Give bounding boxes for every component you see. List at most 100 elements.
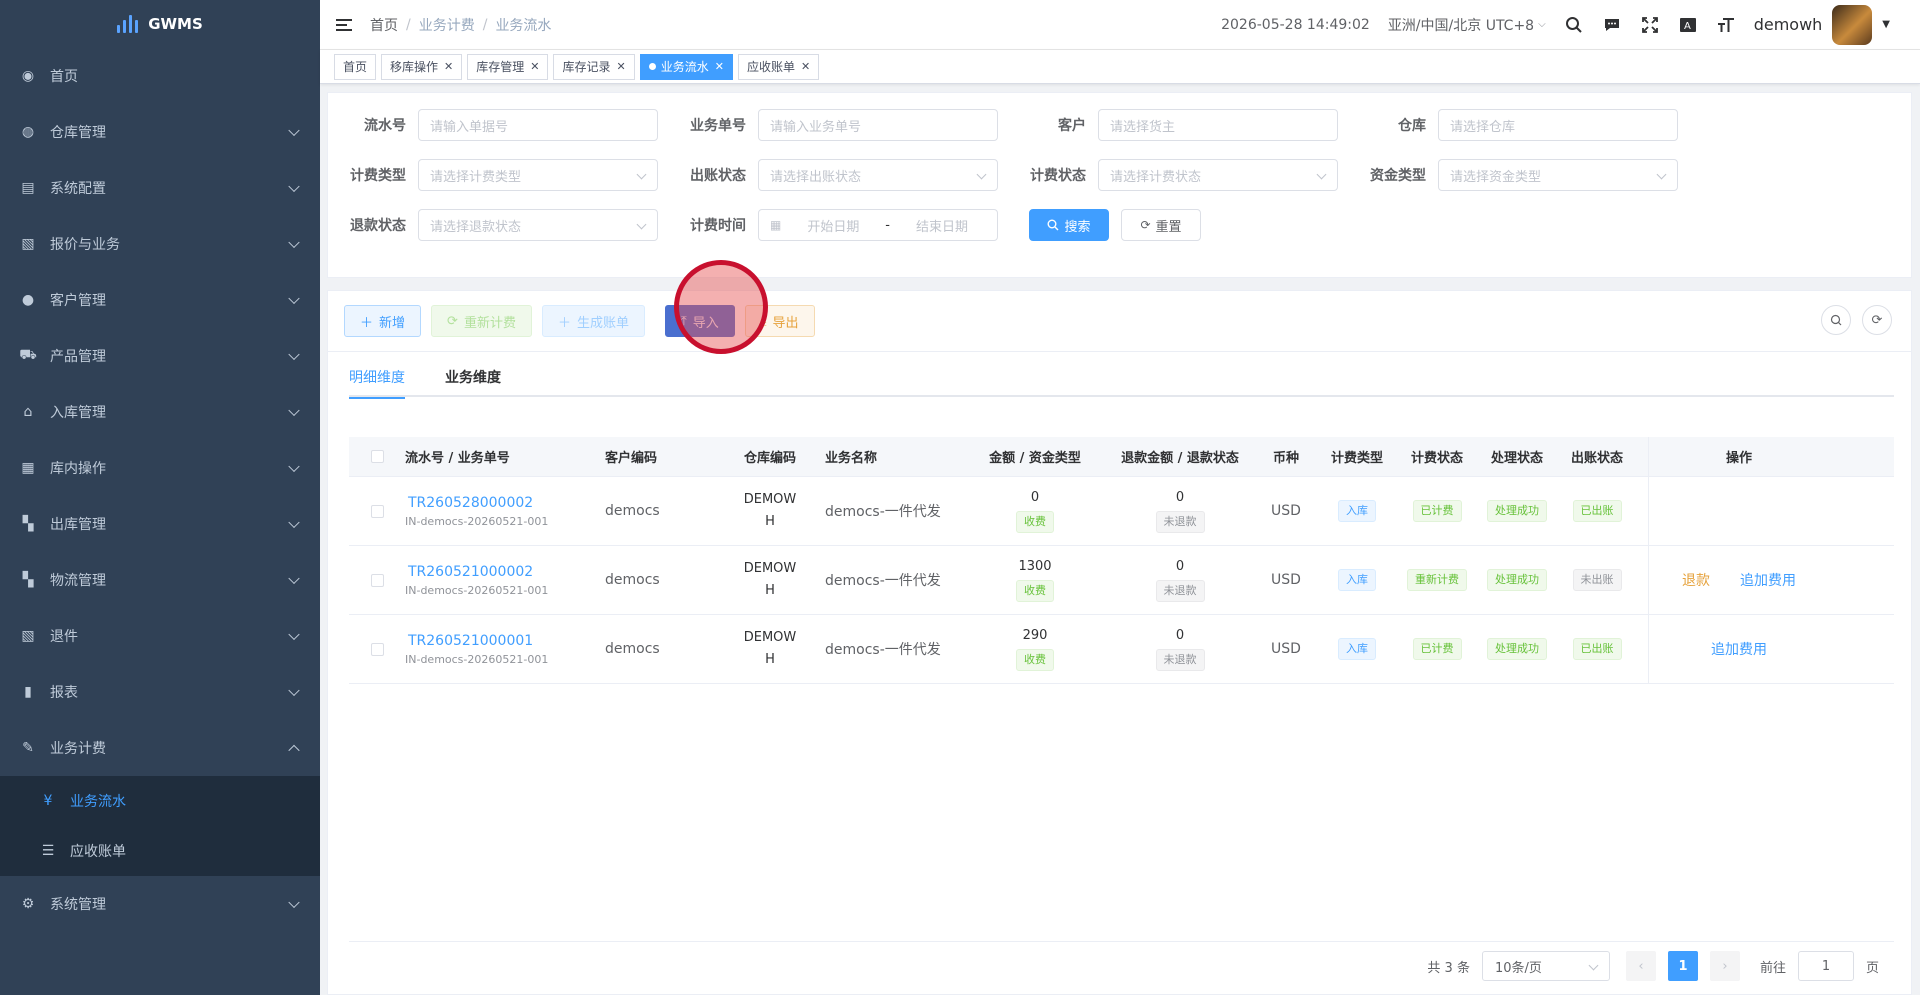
billing-type-select[interactable]: 请选择计费类型	[418, 159, 658, 191]
field-billing-status: 计费状态 请选择计费状态	[1018, 159, 1338, 191]
page-number-active[interactable]: 1	[1667, 951, 1698, 981]
search-button[interactable]: 搜索	[1029, 209, 1109, 241]
start-date-input[interactable]: 开始日期	[807, 216, 859, 235]
serial-link[interactable]: TR260528000002	[408, 495, 533, 511]
tag-2[interactable]: 库存管理 ✕	[467, 53, 549, 80]
fund-type-select[interactable]: 请选择资金类型	[1438, 159, 1678, 191]
tag-4[interactable]: 业务流水 ✕	[639, 53, 733, 80]
sidebar-item-5[interactable]: ⛟ 产品管理	[0, 328, 320, 384]
billing-type-label: 计费类型	[350, 168, 406, 184]
sidebar-item-10[interactable]: ▧ 退件	[0, 608, 320, 664]
breadcrumb-home[interactable]: 首页	[370, 15, 398, 35]
timezone-select[interactable]: 亚洲/中国/北京 UTC+8 ⌵	[1388, 15, 1546, 35]
user-menu[interactable]: demowh ▼	[1754, 4, 1890, 45]
row-select-cell	[349, 546, 405, 614]
sidebar-item-8[interactable]: ▚ 出库管理	[0, 496, 320, 552]
warehouse-select[interactable]: 请选择仓库	[1438, 109, 1678, 141]
calendar-icon: ▦	[770, 218, 782, 232]
add-fee-link[interactable]: 追加费用	[1711, 639, 1767, 659]
sidebar-subitem-1[interactable]: ☰ 应收账单	[0, 826, 320, 876]
end-date-input[interactable]: 结束日期	[916, 216, 968, 235]
sidebar-item-7[interactable]: ▦ 库内操作	[0, 440, 320, 496]
row-checkbox[interactable]	[370, 642, 384, 656]
font-size-icon[interactable]	[1716, 15, 1736, 35]
refund-status-select[interactable]: 请选择退款状态	[418, 209, 658, 241]
sidebar-item-system-admin[interactable]: ⚙ 系统管理	[0, 876, 320, 932]
add-button[interactable]: ＋ 新增	[344, 305, 422, 337]
recalculate-button[interactable]: ⟳ 重新计费	[431, 305, 532, 337]
search-icon[interactable]	[1564, 15, 1584, 35]
bill-status-cell: 未出账	[1557, 546, 1637, 614]
refund-status-badge: 未退款	[1155, 579, 1205, 602]
generate-bill-button[interactable]: ＋ 生成账单	[541, 305, 645, 337]
breadcrumb-current: 业务流水	[495, 17, 552, 34]
message-icon[interactable]	[1602, 15, 1622, 35]
sidebar-item-4[interactable]: ● 客户管理	[0, 272, 320, 328]
field-refund-status: 退款状态 请选择退款状态	[338, 209, 658, 241]
page-size-select[interactable]: 10条/页	[1481, 951, 1610, 981]
reset-button[interactable]: ⟳ 重置	[1121, 209, 1201, 241]
next-page-button[interactable]: ›	[1709, 951, 1740, 981]
sidebar-item-9[interactable]: ▚ 物流管理	[0, 552, 320, 608]
col-customer-code: 客户编码	[605, 451, 658, 466]
row-checkbox[interactable]	[370, 573, 384, 587]
field-business-no: 业务单号 请输入业务单号	[678, 109, 998, 141]
serial-link[interactable]: TR260521000001	[408, 633, 533, 649]
close-icon[interactable]: ✕	[530, 60, 539, 73]
serial-link[interactable]: TR260521000002	[408, 564, 533, 580]
sidebar-item-1[interactable]: ◍ 仓库管理	[0, 104, 320, 160]
close-icon[interactable]: ✕	[444, 60, 453, 73]
sidebar-item-11[interactable]: ▮ 报表	[0, 664, 320, 720]
bill-status-select[interactable]: 请选择出账状态	[758, 159, 998, 191]
business-name-cell: democs-一件代发	[825, 642, 941, 658]
toggle-search-button[interactable]	[1821, 305, 1851, 335]
sidebar-item-label: 系统管理	[50, 897, 106, 913]
translate-icon[interactable]: A	[1678, 15, 1698, 35]
tag-label: 库存管理	[476, 60, 525, 74]
chevron-down-icon	[288, 348, 300, 361]
tag-5[interactable]: 应收账单 ✕	[737, 53, 820, 80]
close-icon[interactable]: ✕	[715, 60, 724, 73]
sidebar-item-12[interactable]: ✎ 业务计费	[0, 720, 320, 776]
billing-time-range[interactable]: ▦ 开始日期 - 结束日期	[758, 209, 998, 241]
customer-select[interactable]: 请选择货主	[1098, 109, 1338, 141]
tab-business-dimension[interactable]: 业务维度	[445, 367, 501, 397]
billing-status-select[interactable]: 请选择计费状态	[1098, 159, 1338, 191]
fullscreen-icon[interactable]	[1640, 15, 1660, 35]
avatar[interactable]	[1832, 4, 1873, 45]
app-name: GWMS	[148, 15, 203, 33]
billing-type-badge: 入库	[1338, 500, 1376, 522]
sidebar-item-label: 业务计费	[50, 741, 106, 757]
tag-0[interactable]: 首页	[334, 53, 377, 80]
select-all-checkbox[interactable]	[370, 450, 384, 463]
table-row: TR260528000002 IN-democs-20260521-001 de…	[349, 477, 1894, 546]
refresh-button[interactable]: ⟳	[1862, 305, 1892, 335]
warehouse-label: 仓库	[1398, 118, 1426, 134]
sidebar-item-label: 库内操作	[50, 461, 106, 477]
sidebar-item-3[interactable]: ▧ 报价与业务	[0, 216, 320, 272]
business-no-input[interactable]: 请输入业务单号	[758, 109, 998, 141]
document-icon: ▧	[21, 628, 35, 644]
serial-no-input[interactable]: 请输入单据号	[418, 109, 658, 141]
goto-page-input[interactable]: 1	[1797, 951, 1854, 981]
close-icon[interactable]: ✕	[801, 60, 810, 73]
close-icon[interactable]: ✕	[617, 60, 626, 73]
sidebar-subitem-0[interactable]: ¥ 业务流水	[0, 776, 320, 826]
tag-3[interactable]: 库存记录 ✕	[553, 53, 635, 80]
col-currency: 币种	[1272, 451, 1299, 466]
logo[interactable]: GWMS	[0, 0, 320, 48]
refund-link[interactable]: 退款	[1682, 570, 1710, 590]
sidebar-item-0[interactable]: ◉ 首页	[0, 48, 320, 104]
fund-type-label: 资金类型	[1370, 168, 1426, 184]
sidebar-item-2[interactable]: ▤ 系统配置	[0, 160, 320, 216]
chevron-down-icon	[288, 628, 300, 641]
add-fee-link[interactable]: 追加费用	[1740, 570, 1796, 590]
tab-detail-dimension[interactable]: 明细维度	[349, 367, 405, 399]
sidebar-item-6[interactable]: ⌂ 入库管理	[0, 384, 320, 440]
tag-1[interactable]: 移库操作 ✕	[381, 53, 463, 80]
prev-page-button[interactable]: ‹	[1625, 951, 1656, 981]
chevron-down-icon	[976, 169, 987, 180]
row-checkbox[interactable]	[370, 504, 384, 518]
tag-label: 库存记录	[562, 60, 611, 74]
hamburger-icon[interactable]	[336, 15, 356, 35]
